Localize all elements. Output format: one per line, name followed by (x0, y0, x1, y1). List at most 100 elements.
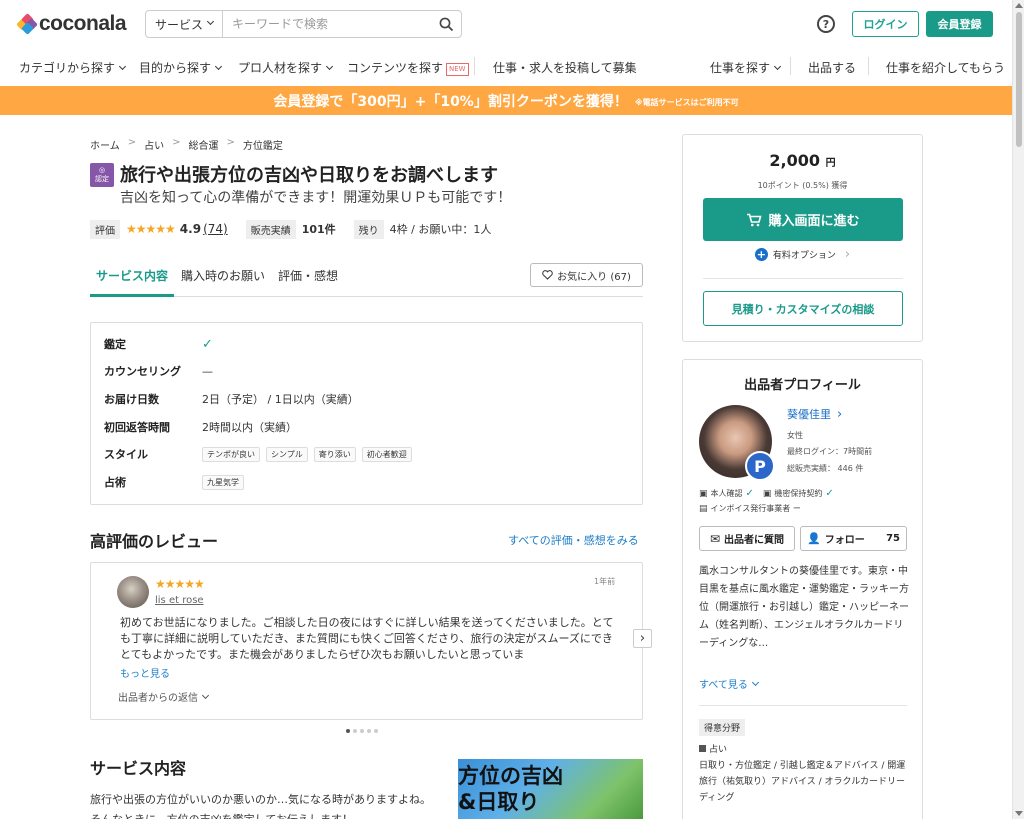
help-icon[interactable]: ? (817, 15, 835, 33)
site-header: coconala サービス ? ログイン 会員登録 (0, 0, 1012, 48)
spec-label: 初回返答時間 (104, 421, 170, 434)
rating-value: 4.9 (179, 222, 202, 236)
remain-label: 残り (353, 219, 384, 239)
reviewer-name[interactable]: lis et rose (155, 595, 204, 606)
breadcrumb-fortune[interactable]: 占い (144, 137, 164, 152)
banner-note: ※電話サービスはご利用不可 (634, 97, 739, 107)
price-value: 2,000 (769, 151, 821, 170)
main-nav: カテゴリから探す 目的から探す プロ人材を探す コンテンツを探す NEW 仕事・求… (0, 55, 1012, 81)
price: 2,000 円 (683, 151, 922, 170)
breadcrumb-separator: > (127, 137, 137, 148)
chevron-down-icon (214, 62, 223, 71)
mail-icon: ✉ (709, 531, 721, 546)
carousel-dot[interactable] (353, 729, 357, 733)
chevron-down-icon (751, 678, 759, 687)
buy-button[interactable]: 購入画面に進む (703, 198, 903, 241)
breadcrumb-general[interactable]: 総合運 (188, 137, 218, 152)
spec-label: 鑑定 (104, 338, 126, 351)
style-tag: テンポが良い (202, 446, 260, 462)
nav-category-label: カテゴリから探す (19, 61, 116, 75)
search-icon[interactable] (431, 17, 461, 32)
service-content-text: 旅行や出張の方位がいいのか悪いのか…気になる時がありますよね。そんなときに、方位… (90, 793, 431, 819)
service-stats: 評価 ★★★★★ 4.9 (74) 販売実績 101件 残り 4枠 / お願い中… (90, 219, 491, 239)
chevron-down-icon (201, 691, 210, 700)
service-image[interactable]: 方位の吉凶 &日取り (458, 759, 643, 819)
paid-options-label: 有料オプション (772, 251, 836, 261)
ask-seller-button[interactable]: ✉ 出品者に質問 (699, 526, 795, 551)
chevron-right-icon: › (844, 247, 851, 262)
favorite-button[interactable]: お気に入り (67) (530, 263, 643, 287)
scrollbar-thumb[interactable] (1016, 12, 1022, 147)
logo-icon (16, 13, 38, 35)
review-more-link[interactable]: もっと見る (120, 665, 170, 680)
service-image-line: 方位の吉凶 (458, 764, 563, 788)
scroll-down-icon[interactable] (1015, 811, 1023, 816)
follow-button[interactable]: 👤 フォロー 75 (800, 526, 907, 551)
service-image-text: 方位の吉凶 &日取り (458, 763, 563, 815)
review-date: 1年前 (594, 577, 616, 586)
style-tag: 初心者歓迎 (361, 446, 412, 462)
seller-name-link[interactable]: 葵優佳里 › (787, 406, 842, 422)
seller-gender: 女性 (787, 431, 803, 440)
nav-find-job-label: 仕事を探す (710, 61, 771, 75)
rating-label: 評価 (90, 219, 120, 239)
service-title: 旅行や出張方位の吉凶や日取りをお調べします (120, 165, 498, 186)
nav-referral[interactable]: 仕事を紹介してもらう (886, 59, 1005, 76)
nav-post-job[interactable]: 仕事・求人を投稿して募集 (493, 59, 637, 76)
search-bar: サービス (145, 10, 462, 38)
invoice-status: インボイス発行事業者 ー (710, 504, 801, 513)
nav-find-job[interactable]: 仕事を探す (710, 59, 782, 76)
rating-count-link[interactable]: (74) (203, 222, 228, 236)
seller-reply-toggle[interactable]: 出品者からの返信 (118, 689, 210, 704)
coupon-banner[interactable]: 会員登録で「300円」+「10%」割引クーポンを獲得！ ※電話サービスはご利用不… (0, 86, 1012, 115)
see-more-link[interactable]: すべて見る (699, 676, 759, 691)
follow-label: フォロー (824, 535, 865, 546)
sales-value: 101件 (301, 223, 336, 236)
register-button[interactable]: 会員登録 (926, 11, 993, 37)
tab-reviews[interactable]: 評価・感想 (278, 267, 338, 284)
style-tag: シンプル (266, 446, 308, 462)
tab-service-content[interactable]: サービス内容 (90, 267, 175, 297)
carousel-dot[interactable] (367, 729, 371, 733)
nav-divider (790, 57, 791, 75)
search-input[interactable] (223, 11, 431, 37)
spec-row: スタイル テンポが良い シンプル 寄り添い 初心者歓迎 (104, 446, 418, 462)
specialty-category-label: 占い (709, 745, 728, 755)
carousel-dot[interactable] (374, 729, 378, 733)
carousel-dot[interactable] (346, 729, 350, 733)
breadcrumb-home[interactable]: ホーム (90, 137, 120, 152)
nav-pro-label: プロ人材を探す (238, 61, 323, 75)
specialty-list: 日取り・方位鑑定 / 引越し鑑定＆アドバイス / 開運旅行（祐気取り）アドバイス… (699, 761, 906, 803)
nda-verified: 機密保持契約 (774, 489, 823, 498)
id-card-icon: ▣ (699, 488, 708, 499)
nav-pro[interactable]: プロ人材を探す (238, 59, 334, 76)
page-scrollbar[interactable] (1012, 0, 1024, 819)
carousel-dot[interactable] (360, 729, 364, 733)
chevron-down-icon (206, 17, 215, 25)
divider (703, 278, 903, 279)
search-category-select[interactable]: サービス (146, 11, 223, 37)
service-image-line: &日取り (458, 790, 540, 814)
seller-name: 葵優佳里 (787, 408, 831, 421)
nav-category[interactable]: カテゴリから探す (19, 59, 127, 76)
review-card: ★★★★★ lis et rose 1年前 初めてお世話になりました。ご相談した… (90, 562, 643, 720)
nav-content[interactable]: コンテンツを探す NEW (347, 59, 469, 77)
divider (699, 705, 907, 706)
follow-count: 75 (886, 533, 900, 544)
nav-content-label: コンテンツを探す (347, 61, 444, 75)
paid-options-toggle[interactable]: + 有料オプション › (683, 247, 922, 262)
review-next-button[interactable]: › (633, 629, 652, 648)
logo[interactable]: coconala (16, 12, 127, 36)
spec-label: カウンセリング (104, 365, 181, 378)
nav-purpose[interactable]: 目的から探す (139, 59, 223, 76)
nav-sell[interactable]: 出品する (808, 59, 856, 76)
tab-purchase-notes[interactable]: 購入時のお願い (181, 267, 265, 284)
login-button[interactable]: ログイン (852, 11, 919, 37)
consult-button[interactable]: 見積り・カスタマイズの相談 (703, 291, 903, 326)
see-all-reviews-link[interactable]: すべての評価・感想をみる (508, 532, 639, 548)
spec-value: 2時間以内（実績） (202, 421, 297, 434)
breadcrumb-direction[interactable]: 方位鑑定 (243, 137, 283, 152)
spec-label: 占術 (104, 476, 126, 489)
seller-last-login: 最終ログイン：7時間前 (787, 447, 873, 456)
scroll-up-icon[interactable] (1015, 3, 1023, 8)
